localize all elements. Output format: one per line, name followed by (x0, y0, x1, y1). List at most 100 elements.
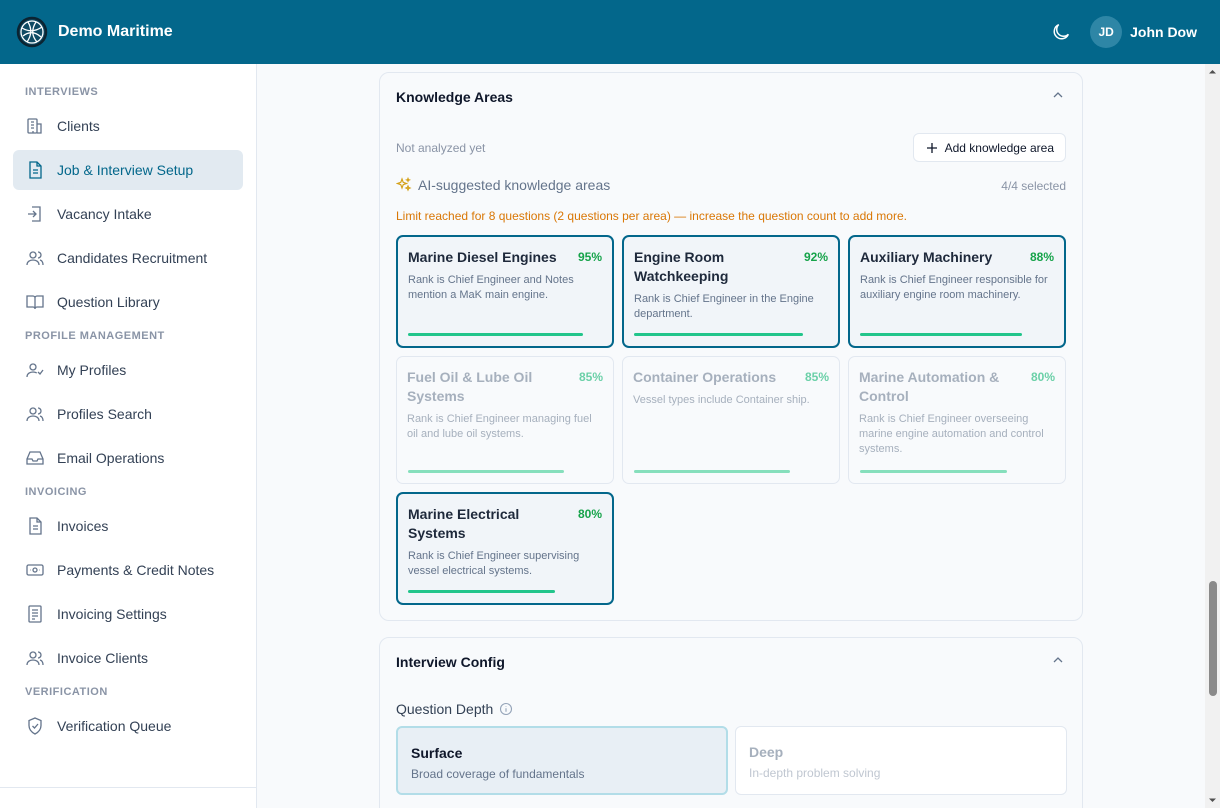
question-depth-text: Question Depth (396, 701, 494, 717)
login-icon (28, 206, 41, 222)
knowledge-area-header: Fuel Oil & Lube Oil Systems 85% (407, 368, 603, 406)
user-name[interactable]: John Dow (1130, 24, 1197, 40)
sidebar-item-clients[interactable]: Clients (13, 106, 243, 146)
selected-count: 4/4 selected (1001, 179, 1066, 193)
card-title: Knowledge Areas (396, 89, 513, 105)
scrollbar-thumb[interactable] (1209, 581, 1217, 696)
inbox-icon (26, 451, 44, 465)
sidebar-item-question-library[interactable]: Question Library (13, 282, 243, 322)
sidebar-item-invoice-clients[interactable]: Invoice Clients (13, 638, 243, 678)
sidebar-item-vacancy-intake[interactable]: Vacancy Intake (13, 194, 243, 234)
knowledge-area-score: 92% (803, 250, 828, 264)
sidebar-item-candidates-recruitment[interactable]: Candidates Recruitment (13, 238, 243, 278)
button-label: Add knowledge area (944, 140, 1054, 155)
depth-option-surface[interactable]: Surface Broad coverage of fundamentals (396, 726, 728, 795)
knowledge-area-header: Auxiliary Machinery 88% (860, 248, 1054, 267)
knowledge-area-reason: Rank is Chief Engineer managing fuel oil… (407, 413, 592, 440)
ai-suggested-label: AI-suggested knowledge areas (418, 177, 611, 193)
knowledge-area-card[interactable]: Engine Room Watchkeeping 92% Rank is Chief… (622, 235, 840, 348)
knowledge-area-score-bar (634, 333, 803, 336)
sidebar-item-invoicing-settings[interactable]: Invoicing Settings (13, 594, 243, 634)
sidebar-item-label: Invoicing Settings (57, 606, 167, 622)
sidebar-divider (0, 787, 256, 788)
scroll-up-arrow-icon[interactable] (1208, 67, 1217, 76)
sidebar-item-my-profiles[interactable]: My Profiles (13, 350, 243, 390)
knowledge-area-header: Marine Diesel Engines 95% (408, 248, 602, 267)
knowledge-area-score-bar (860, 333, 1022, 336)
avatar[interactable]: JD (1090, 16, 1123, 48)
knowledge-area-card[interactable]: Marine Diesel Engines 95% Rank is Chief En… (396, 235, 614, 348)
sidebar-item-verification-queue[interactable]: Verification Queue (13, 706, 243, 746)
sidebar-item-label: Clients (57, 118, 100, 134)
knowledge-area-header: Container Operations 85% (633, 368, 829, 387)
knowledge-area-name: Fuel Oil & Lube Oil Systems (407, 369, 533, 404)
sidebar-item-job-interview-setup[interactable]: Job & Interview Setup (13, 150, 243, 190)
chevron-up-icon[interactable] (1050, 87, 1066, 103)
knowledge-area-score-bar (860, 470, 1007, 473)
knowledge-area-header: Marine Automation & Control 80% (859, 368, 1055, 406)
section-title-verification: VERIFICATION (25, 686, 108, 698)
card-title: Interview Config (396, 654, 505, 670)
document-icon (29, 517, 42, 535)
document-icon (29, 161, 42, 179)
sidebar-item-profiles-search[interactable]: Profiles Search (13, 394, 243, 434)
knowledge-area-score-bar (408, 470, 564, 473)
sidebar-item-label: Question Library (57, 294, 160, 310)
knowledge-area-score: 88% (1029, 250, 1054, 264)
question-depth-label: Question Depth (396, 701, 513, 717)
knowledge-area-card[interactable]: Auxiliary Machinery 88% Rank is Chief Engi… (848, 235, 1066, 348)
option-subtitle: Broad coverage of fundamentals (411, 767, 585, 781)
knowledge-area-name: Auxiliary Machinery (860, 249, 993, 265)
sidebar-item-label: Job & Interview Setup (57, 162, 194, 178)
info-icon[interactable] (499, 702, 513, 716)
main-content: Knowledge Areas Not analyzed yet Add kno… (257, 64, 1205, 808)
plus-icon (926, 142, 937, 153)
knowledge-area-reason: Rank is Chief Engineer responsible for a… (860, 274, 1048, 301)
knowledge-area-score: 85% (804, 370, 829, 384)
knowledge-area-score: 80% (1030, 370, 1055, 384)
sidebar-item-label: Verification Queue (57, 718, 172, 734)
sidebar-item-label: Profiles Search (57, 406, 152, 422)
limit-warning: Limit reached for 8 questions (2 questio… (396, 209, 907, 223)
moon-icon[interactable] (1050, 21, 1072, 43)
knowledge-area-reason: Rank is Chief Engineer supervising vesse… (408, 550, 580, 577)
section-title-invoicing: INVOICING (25, 486, 87, 498)
section-title-profile-management: PROFILE MANAGEMENT (25, 330, 165, 342)
sidebar-item-payments-credit-notes[interactable]: Payments & Credit Notes (13, 550, 243, 590)
knowledge-area-reason: Rank is Chief Engineer overseeing marine… (859, 413, 1044, 455)
knowledge-area-score-bar (408, 590, 555, 593)
analysis-status: Not analyzed yet (396, 141, 486, 155)
knowledge-area-card[interactable]: Marine Electrical Systems 80% Rank is Chie… (396, 492, 614, 605)
knowledge-area-name: Marine Electrical Systems (408, 506, 520, 541)
receipt-icon (28, 605, 42, 623)
knowledge-area-score: 80% (577, 507, 602, 521)
shield-check-icon (28, 717, 42, 735)
ai-suggested-header: AI-suggested knowledge areas (396, 177, 610, 193)
option-title: Surface (411, 745, 463, 761)
add-knowledge-area-button[interactable]: Add knowledge area (912, 133, 1066, 162)
interview-config-card: Interview Config Question Depth Surface … (379, 637, 1083, 808)
chevron-up-icon[interactable] (1050, 652, 1066, 668)
knowledge-area-name: Container Operations (633, 369, 777, 385)
app-name[interactable]: Demo Maritime (58, 23, 173, 41)
sidebar-item-invoices[interactable]: Invoices (13, 506, 243, 546)
knowledge-area-score: 85% (578, 370, 603, 384)
knowledge-area-card[interactable]: Container Operations 85% Vessel types incl… (622, 356, 840, 484)
sidebar-item-email-operations[interactable]: Email Operations (13, 438, 243, 478)
option-subtitle: In-depth problem solving (749, 766, 881, 780)
banknote-icon (26, 564, 44, 576)
sidebar-item-label: Payments & Credit Notes (57, 562, 215, 578)
depth-option-deep[interactable]: Deep In-depth problem solving (735, 726, 1067, 795)
knowledge-area-card[interactable]: Fuel Oil & Lube Oil Systems 85% Rank is Ch… (396, 356, 614, 484)
user-check-icon (26, 363, 44, 378)
knowledge-area-header: Marine Electrical Systems 80% (408, 505, 602, 543)
knowledge-area-score-bar (634, 470, 790, 473)
scroll-down-arrow-icon[interactable] (1208, 796, 1217, 805)
sidebar-item-label: Invoices (57, 518, 109, 534)
knowledge-area-card[interactable]: Marine Automation & Control 80% Rank is Ch… (848, 356, 1066, 484)
users-icon (26, 407, 44, 422)
section-title-interviews: INTERVIEWS (25, 86, 99, 98)
knowledge-area-name: Marine Diesel Engines (408, 249, 557, 265)
option-title: Deep (749, 744, 784, 760)
scrollbar[interactable] (1205, 64, 1220, 808)
